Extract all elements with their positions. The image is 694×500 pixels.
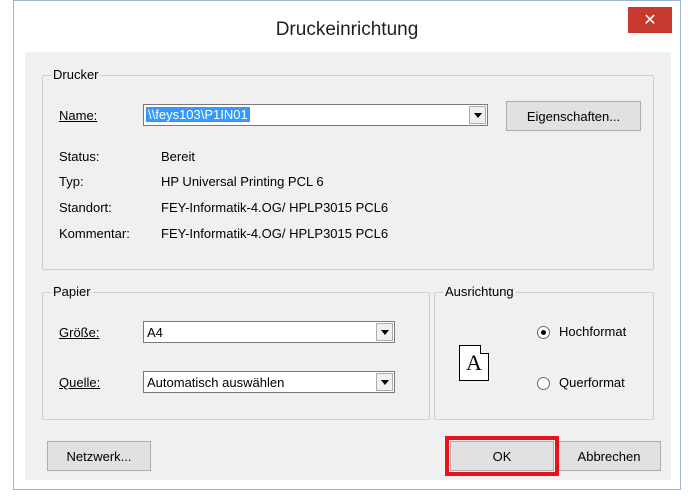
- orientation-group: Ausrichtung A Hochformat Querformat: [434, 284, 654, 420]
- paper-size-select[interactable]: A4: [143, 321, 395, 343]
- printer-group-label: Drucker: [51, 67, 101, 82]
- printer-name-label: Name:: [59, 108, 98, 123]
- properties-button[interactable]: Eigenschaften...: [506, 101, 641, 131]
- portrait-page-icon: A: [459, 345, 489, 381]
- portrait-label[interactable]: Hochformat: [559, 324, 626, 339]
- type-value: HP Universal Printing PCL 6: [161, 174, 324, 189]
- type-label: Typ:: [59, 174, 84, 189]
- printer-name-select[interactable]: \\feys103\P1IN01: [143, 104, 488, 126]
- network-button[interactable]: Netzwerk...: [47, 441, 151, 471]
- close-icon: ✕: [643, 12, 657, 29]
- location-label: Standort:: [59, 200, 112, 215]
- landscape-label[interactable]: Querformat: [559, 375, 625, 390]
- close-button[interactable]: ✕: [628, 7, 672, 33]
- chevron-down-icon[interactable]: [469, 106, 486, 124]
- paper-source-select[interactable]: Automatisch auswählen: [143, 371, 395, 393]
- paper-source-label: Quelle:: [59, 375, 101, 390]
- ok-button-label: OK: [492, 448, 512, 464]
- chevron-down-icon[interactable]: [376, 373, 393, 391]
- dialog-body: Drucker Name: \\feys103\P1IN01 Eigenscha…: [25, 52, 671, 480]
- network-button-label: Netzwerk...: [66, 448, 132, 464]
- cancel-button[interactable]: Abbrechen: [557, 441, 661, 471]
- dialog-title: Druckeinrichtung: [275, 19, 419, 40]
- page-letter: A: [466, 350, 482, 375]
- print-setup-dialog: Druckeinrichtung ✕ Drucker Name: \\feys1…: [13, 0, 681, 490]
- orientation-group-label: Ausrichtung: [443, 284, 516, 299]
- location-value: FEY-Informatik-4.OG/ HPLP3015 PCL6: [161, 200, 389, 215]
- paper-size-value: A4: [147, 325, 163, 340]
- ok-button[interactable]: OK: [450, 441, 554, 471]
- landscape-radio[interactable]: [537, 377, 550, 390]
- status-value: Bereit: [161, 149, 195, 164]
- comment-value: FEY-Informatik-4.OG/ HPLP3015 PCL6: [161, 226, 389, 241]
- paper-source-value: Automatisch auswählen: [147, 375, 285, 390]
- comment-label: Kommentar:: [59, 226, 130, 241]
- printer-group: Drucker Name: \\feys103\P1IN01 Eigenscha…: [42, 67, 654, 270]
- paper-group-label: Papier: [51, 284, 93, 299]
- chevron-down-icon[interactable]: [376, 323, 393, 341]
- paper-size-label: Größe:: [59, 325, 100, 340]
- printer-name-value: \\feys103\P1IN01: [146, 107, 250, 122]
- title-bar[interactable]: Druckeinrichtung ✕: [14, 1, 680, 57]
- properties-button-label: Eigenschaften...: [526, 108, 621, 124]
- paper-group: Papier Größe: A4 Quelle: Automatisch aus…: [42, 284, 430, 420]
- status-label: Status:: [59, 149, 100, 164]
- cancel-button-label: Abbrechen: [577, 448, 641, 464]
- portrait-radio[interactable]: [537, 326, 550, 339]
